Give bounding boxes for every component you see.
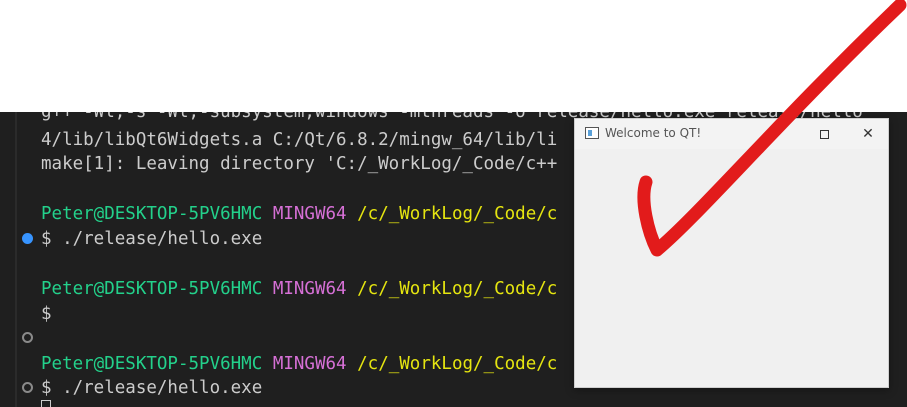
qt-window[interactable]: Welcome to QT! ✕ bbox=[574, 118, 889, 388]
prompt-line: Peter@DESKTOP-5PV6HMC MINGW64 /c/_WorkLo… bbox=[41, 352, 557, 376]
prompt-host: MINGW64 bbox=[272, 204, 347, 224]
prompt-host: MINGW64 bbox=[272, 279, 347, 299]
prompt-line: Peter@DESKTOP-5PV6HMC MINGW64 /c/_WorkLo… bbox=[41, 202, 557, 226]
prompt-user: Peter@DESKTOP-5PV6HMC bbox=[41, 354, 263, 374]
command-line: $ ./release/hello.exe bbox=[41, 229, 263, 249]
maximize-button[interactable] bbox=[802, 119, 846, 149]
window-title: Welcome to QT! bbox=[605, 126, 702, 140]
command-marker[interactable] bbox=[22, 382, 33, 393]
prompt-path: /c/_WorkLog/_Code/c bbox=[357, 204, 558, 224]
command-line: $ bbox=[41, 304, 52, 324]
prompt-user: Peter@DESKTOP-5PV6HMC bbox=[41, 204, 263, 224]
terminal-cursor bbox=[41, 400, 51, 407]
app-window-icon bbox=[585, 127, 599, 139]
terminal-gutter bbox=[15, 112, 17, 407]
close-button[interactable]: ✕ bbox=[846, 119, 890, 149]
prompt-user: Peter@DESKTOP-5PV6HMC bbox=[41, 279, 263, 299]
prompt-path: /c/_WorkLog/_Code/c bbox=[357, 354, 558, 374]
command-line: $ ./release/hello.exe bbox=[41, 378, 263, 398]
prompt-path: /c/_WorkLog/_Code/c bbox=[357, 279, 558, 299]
command-marker[interactable] bbox=[22, 332, 33, 343]
prompt-host: MINGW64 bbox=[272, 354, 347, 374]
minimize-button[interactable] bbox=[758, 119, 802, 149]
terminal-line: make[1]: Leaving directory 'C:/_WorkLog/… bbox=[41, 154, 558, 174]
maximize-icon bbox=[819, 129, 829, 139]
window-client-area bbox=[575, 149, 888, 387]
close-icon: ✕ bbox=[862, 126, 874, 142]
prompt-line: Peter@DESKTOP-5PV6HMC MINGW64 /c/_WorkLo… bbox=[41, 277, 557, 301]
command-success-marker[interactable] bbox=[22, 233, 33, 244]
terminal-line: 4/lib/libQt6Widgets.a C:/Qt/6.8.2/mingw_… bbox=[41, 130, 558, 150]
window-titlebar[interactable]: Welcome to QT! ✕ bbox=[575, 119, 888, 149]
